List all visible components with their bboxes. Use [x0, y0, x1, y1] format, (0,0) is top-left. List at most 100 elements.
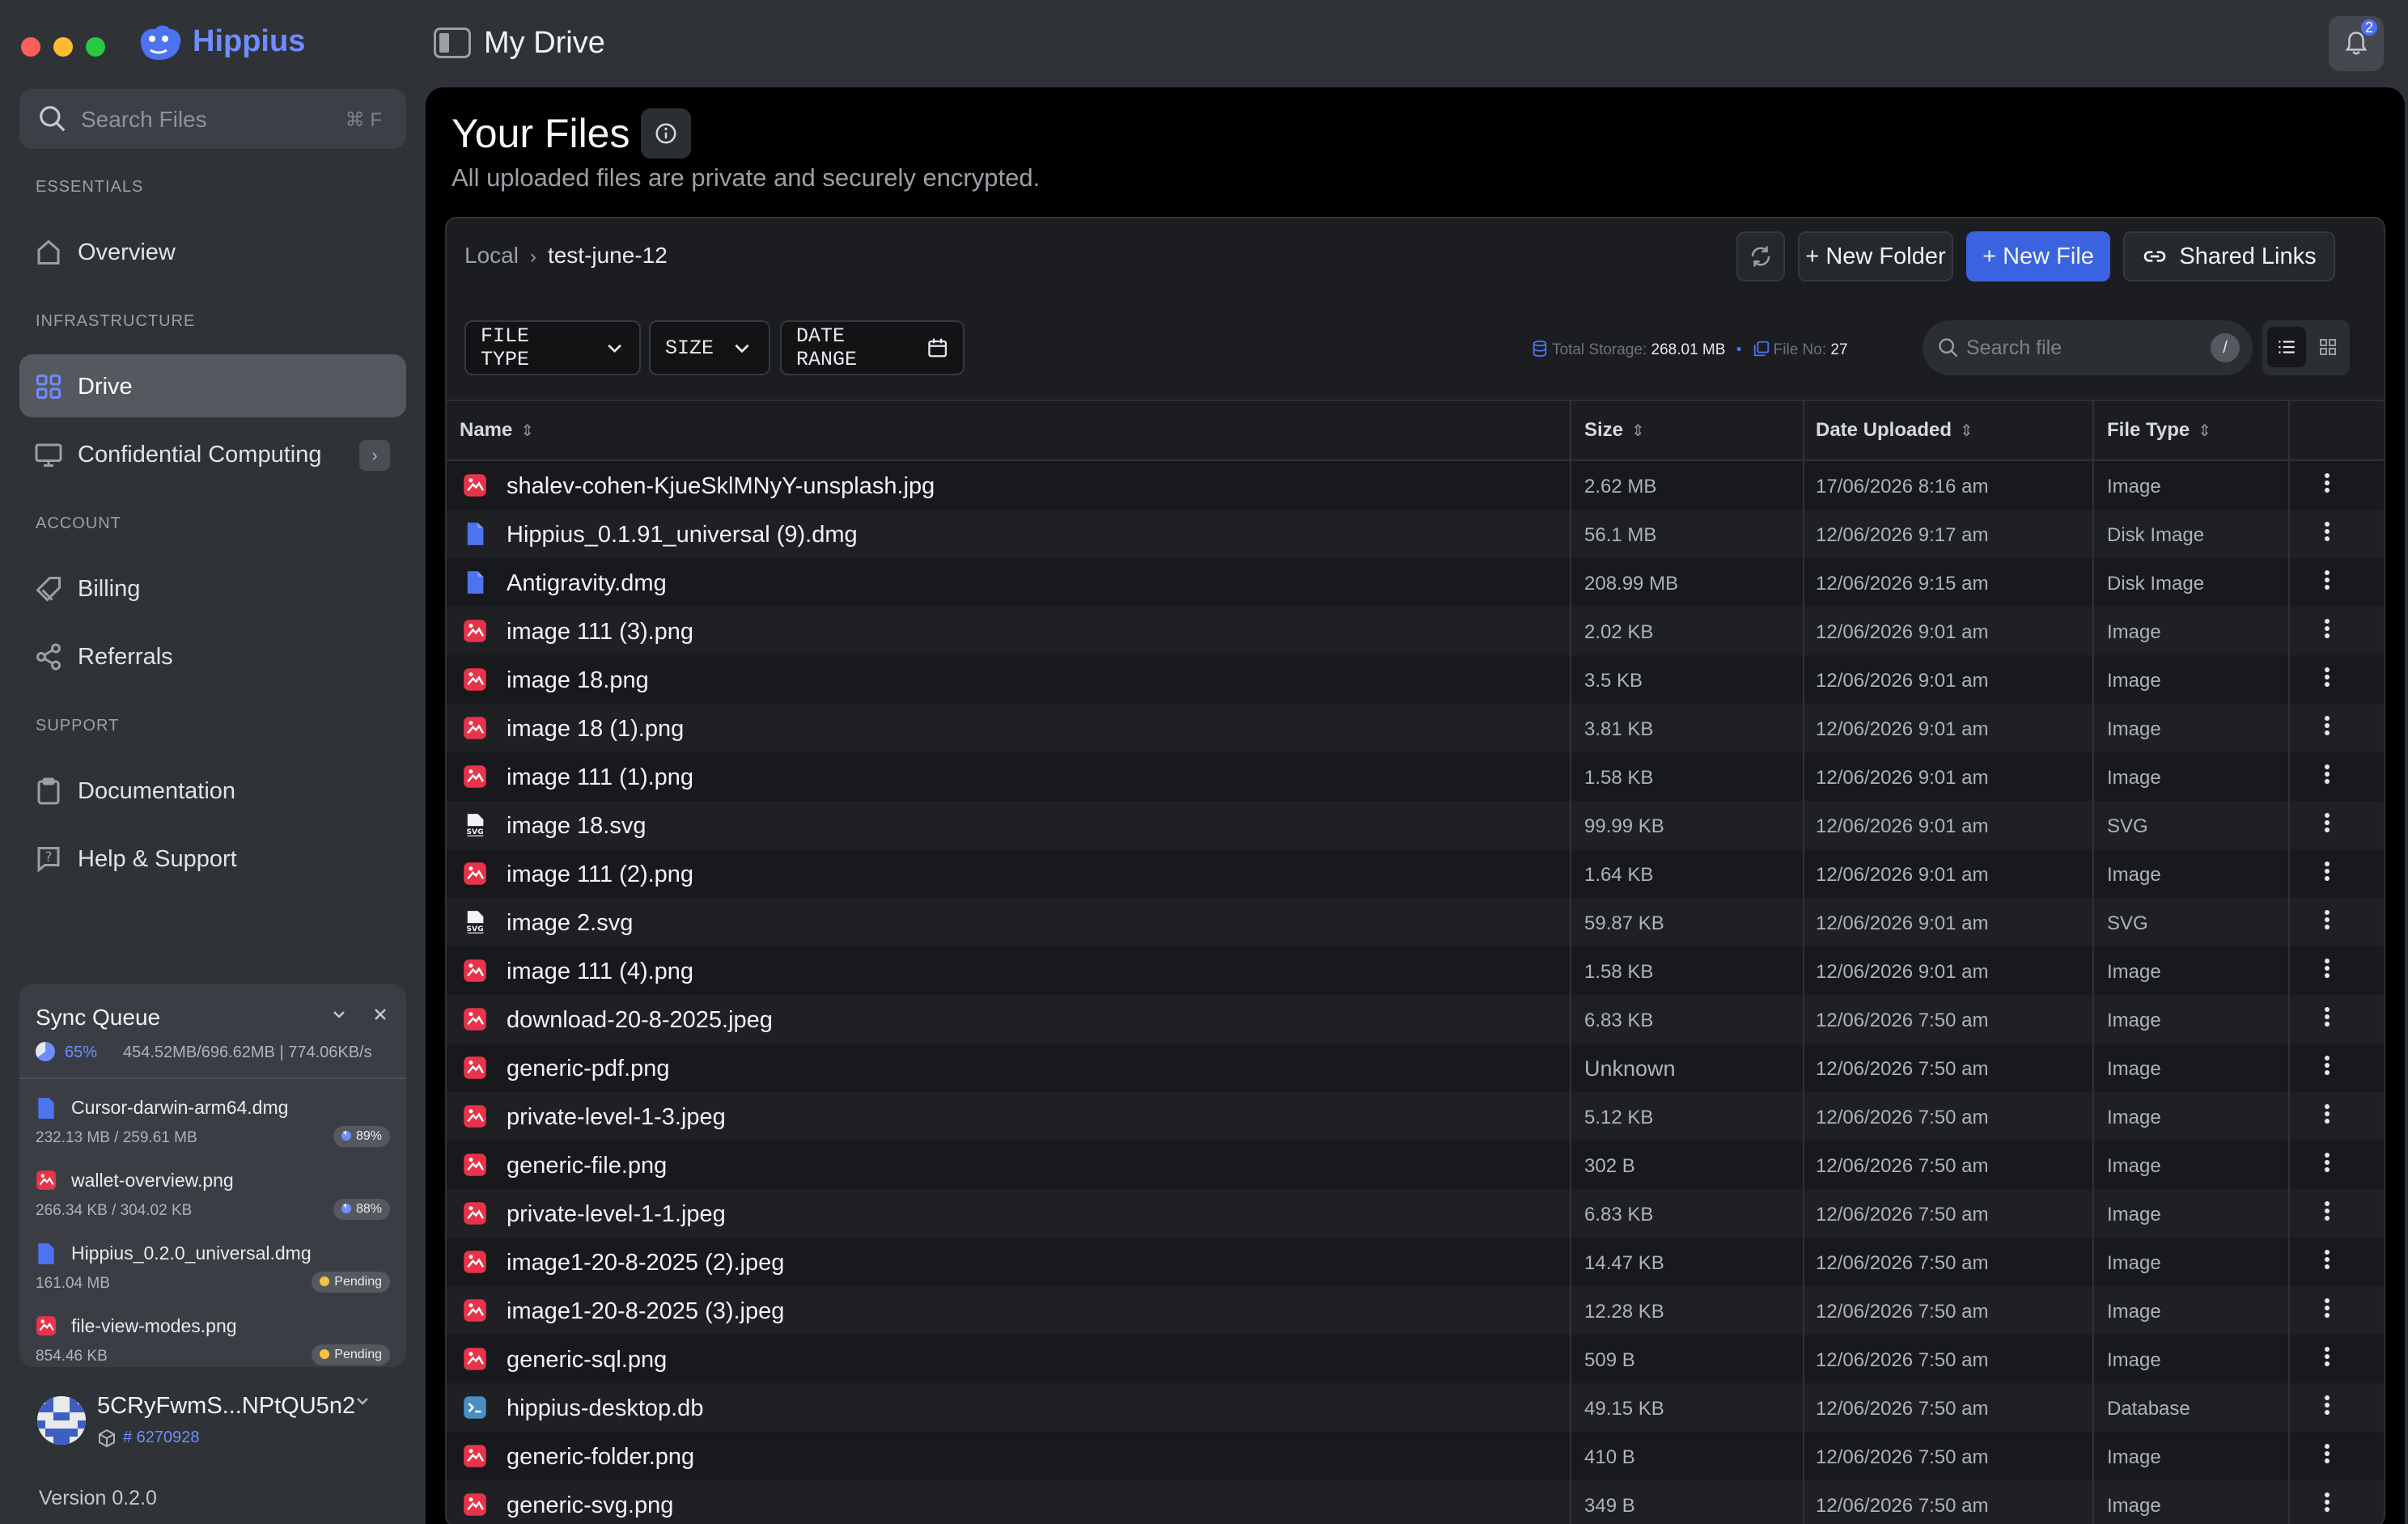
sidebar-item-overview[interactable]: Overview	[19, 220, 406, 283]
more-options-icon[interactable]	[2317, 811, 2337, 840]
more-options-icon[interactable]	[2317, 665, 2337, 694]
table-row[interactable]: shalev-cohen-KjueSklMNyY-unsplash.jpg 2.6…	[447, 461, 2384, 510]
more-options-icon[interactable]	[2317, 1344, 2337, 1374]
table-row[interactable]: generic-pdf.png Unknown 12/06/2026 7:50 am…	[447, 1044, 2384, 1092]
close-icon[interactable]	[371, 1005, 390, 1024]
account-name[interactable]: 5CRyFwmS...NPtQU5n2	[97, 1393, 355, 1420]
more-options-icon[interactable]	[2317, 956, 2337, 985]
file-name[interactable]: private-level-1-1.jpeg	[507, 1201, 726, 1228]
date-range-filter[interactable]: DATE RANGE	[780, 320, 964, 375]
table-row[interactable]: SVG image 2.svg 59.87 KB 12/06/2026 9:01 am…	[447, 898, 2384, 946]
file-name[interactable]: image 111 (1).png	[507, 764, 693, 791]
more-options-icon[interactable]	[2317, 1150, 2337, 1179]
table-row[interactable]: image 111 (4).png 1.58 KB 12/06/2026 9:01 …	[447, 946, 2384, 995]
file-name[interactable]: generic-file.png	[507, 1153, 667, 1179]
file-name[interactable]: hippius-desktop.db	[507, 1395, 703, 1422]
table-row[interactable]: generic-svg.png 349 B 12/06/2026 7:50 am Im…	[447, 1480, 2384, 1524]
more-options-icon[interactable]	[2317, 713, 2337, 743]
chevron-down-icon[interactable]	[353, 1391, 372, 1411]
file-name[interactable]: Antigravity.dmg	[507, 570, 667, 597]
more-options-icon[interactable]	[2317, 568, 2337, 597]
table-row[interactable]: Antigravity.dmg 208.99 MB 12/06/2026 9:15 …	[447, 558, 2384, 607]
table-row[interactable]: image1-20-8-2025 (2).jpeg 14.47 KB 12/06/2…	[447, 1238, 2384, 1286]
refresh-button[interactable]	[1736, 231, 1785, 282]
file-name[interactable]: image1-20-8-2025 (3).jpeg	[507, 1298, 784, 1325]
sidebar-toggle-button[interactable]	[434, 28, 471, 58]
more-options-icon[interactable]	[2317, 1247, 2337, 1276]
file-name[interactable]: generic-folder.png	[507, 1444, 694, 1471]
more-options-icon[interactable]	[2317, 1102, 2337, 1131]
more-options-icon[interactable]	[2317, 1441, 2337, 1471]
sync-item[interactable]: file-view-modes.png 854.46 KB Pending	[19, 1304, 406, 1377]
info-button[interactable]	[641, 108, 691, 159]
table-row[interactable]: hippius-desktop.db 49.15 KB 12/06/2026 7:5…	[447, 1383, 2384, 1432]
new-file-button[interactable]: + New File	[1966, 231, 2110, 282]
table-row[interactable]: Hippius_0.1.91_universal (9).dmg 56.1 MB 1…	[447, 510, 2384, 558]
table-row[interactable]: generic-folder.png 410 B 12/06/2026 7:50 a…	[447, 1432, 2384, 1480]
more-options-icon[interactable]	[2317, 1053, 2337, 1082]
file-name[interactable]: image1-20-8-2025 (2).jpeg	[507, 1250, 784, 1276]
close-window-button[interactable]	[21, 37, 40, 57]
file-name[interactable]: generic-sql.png	[507, 1347, 667, 1374]
file-name[interactable]: image 111 (4).png	[507, 959, 693, 985]
notifications-button[interactable]: 2	[2329, 16, 2384, 71]
table-row[interactable]: download-20-8-2025.jpeg 6.83 KB 12/06/2026…	[447, 995, 2384, 1044]
breadcrumb-root[interactable]: Local	[464, 243, 519, 268]
sidebar-item-billing[interactable]: Billing	[19, 557, 406, 620]
file-name[interactable]: image 18 (1).png	[507, 716, 684, 743]
chevron-right-icon[interactable]: ›	[359, 440, 390, 471]
more-options-icon[interactable]	[2317, 519, 2337, 548]
sidebar-item-documentation[interactable]: Documentation	[19, 759, 406, 822]
more-options-icon[interactable]	[2317, 616, 2337, 646]
sidebar-item-referrals[interactable]: Referrals	[19, 624, 406, 688]
sidebar-item-drive[interactable]: Drive	[19, 354, 406, 417]
new-folder-button[interactable]: + New Folder	[1798, 231, 1953, 282]
file-name[interactable]: image 18.png	[507, 667, 649, 694]
sync-item[interactable]: Cursor-darwin-arm64.dmg 232.13 MB / 259.…	[19, 1086, 406, 1158]
file-name[interactable]: generic-svg.png	[507, 1492, 673, 1519]
more-options-icon[interactable]	[2317, 1005, 2337, 1034]
more-options-icon[interactable]	[2317, 471, 2337, 500]
more-options-icon[interactable]	[2317, 762, 2337, 791]
more-options-icon[interactable]	[2317, 908, 2337, 937]
sync-item[interactable]: Hippius_0.2.0_universal.dmg 161.04 MB Pe…	[19, 1231, 406, 1304]
more-options-icon[interactable]	[2317, 1296, 2337, 1325]
table-row[interactable]: image 18.png 3.5 KB 12/06/2026 9:01 am Imag…	[447, 655, 2384, 704]
more-options-icon[interactable]	[2317, 1393, 2337, 1422]
column-header-type[interactable]: File Type ⇕	[2107, 419, 2211, 442]
file-name[interactable]: image 2.svg	[507, 910, 633, 937]
file-name[interactable]: generic-pdf.png	[507, 1056, 670, 1082]
file-type-filter[interactable]: FILE TYPE	[464, 320, 641, 375]
table-row[interactable]: generic-sql.png 509 B 12/06/2026 7:50 am Im…	[447, 1335, 2384, 1383]
file-name[interactable]: image 111 (3).png	[507, 619, 693, 646]
chevron-down-icon[interactable]	[329, 1005, 349, 1024]
account-id[interactable]: # 6270928	[123, 1429, 200, 1447]
table-row[interactable]: image 18 (1).png 3.81 KB 12/06/2026 9:01 a…	[447, 704, 2384, 752]
maximize-window-button[interactable]	[86, 37, 105, 57]
file-name[interactable]: shalev-cohen-KjueSklMNyY-unsplash.jpg	[507, 473, 935, 500]
file-search-input[interactable]: Search file /	[1923, 320, 2253, 375]
table-row[interactable]: image 111 (1).png 1.58 KB 12/06/2026 9:01 …	[447, 752, 2384, 801]
table-row[interactable]: SVG image 18.svg 99.99 KB 12/06/2026 9:01 a…	[447, 801, 2384, 849]
size-filter[interactable]: SIZE	[649, 320, 770, 375]
table-row[interactable]: image 111 (3).png 2.02 KB 12/06/2026 9:01 …	[447, 607, 2384, 655]
sidebar-item-help-support[interactable]: ? Help & Support	[19, 827, 406, 890]
grid-view-button[interactable]	[2311, 327, 2345, 367]
column-header-size[interactable]: Size ⇕	[1584, 419, 1645, 442]
table-row[interactable]: generic-file.png 302 B 12/06/2026 7:50 am I…	[447, 1141, 2384, 1189]
more-options-icon[interactable]	[2317, 1490, 2337, 1519]
minimize-window-button[interactable]	[53, 37, 73, 57]
file-name[interactable]: download-20-8-2025.jpeg	[507, 1007, 773, 1034]
more-options-icon[interactable]	[2317, 859, 2337, 888]
column-header-name[interactable]: Name ⇕	[460, 419, 534, 442]
file-name[interactable]: image 18.svg	[507, 813, 647, 840]
shared-links-button[interactable]: Shared Links	[2123, 231, 2335, 282]
file-name[interactable]: image 111 (2).png	[507, 861, 693, 888]
column-header-date[interactable]: Date Uploaded ⇕	[1816, 419, 1973, 442]
table-row[interactable]: private-level-1-1.jpeg 6.83 KB 12/06/2026 …	[447, 1189, 2384, 1238]
table-row[interactable]: image 111 (2).png 1.64 KB 12/06/2026 9:01 …	[447, 849, 2384, 898]
file-name[interactable]: private-level-1-3.jpeg	[507, 1104, 726, 1131]
file-name[interactable]: Hippius_0.1.91_universal (9).dmg	[507, 522, 858, 548]
sidebar-search-input[interactable]: Search Files ⌘ F	[19, 89, 406, 149]
sync-item[interactable]: wallet-overview.png 266.34 KB / 304.02 K…	[19, 1158, 406, 1231]
